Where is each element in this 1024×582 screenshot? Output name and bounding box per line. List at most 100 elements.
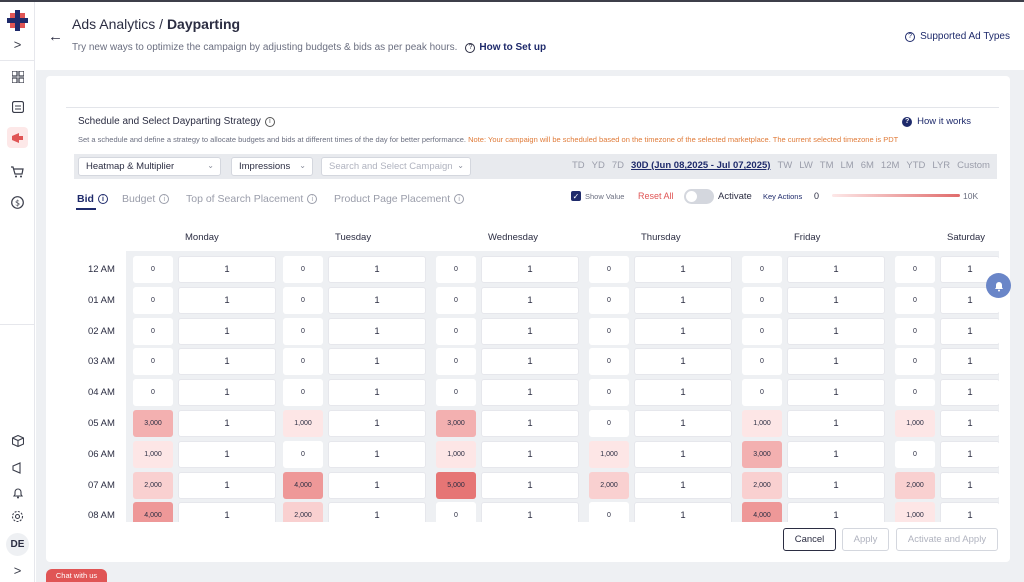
campaign-search-select[interactable]: Search and Select Campaign ⌄	[321, 157, 471, 176]
heatmap-value-cell[interactable]: 0	[436, 348, 476, 375]
date-range-option[interactable]: LW	[799, 160, 813, 171]
date-range-option[interactable]: YTD	[906, 160, 925, 171]
heatmap-value-cell[interactable]: 0	[436, 318, 476, 345]
activate-and-apply-button[interactable]: Activate and Apply	[896, 528, 998, 551]
date-range-option[interactable]: 12M	[881, 160, 899, 171]
apply-button[interactable]: Apply	[842, 528, 889, 551]
heatmap-value-cell[interactable]: 0	[283, 318, 323, 345]
heatmap-value-cell[interactable]: 0	[589, 256, 629, 283]
how-to-setup-link[interactable]: How to Set up	[479, 42, 546, 53]
heatmap-value-cell[interactable]: 3,000	[436, 410, 476, 437]
cart-icon[interactable]	[7, 161, 28, 182]
expand-nav-icon[interactable]: >	[7, 34, 28, 55]
heatmap-value-cell[interactable]: 0	[895, 379, 935, 406]
heatmap-value-cell[interactable]: 1,000	[133, 441, 173, 468]
multiplier-input[interactable]: 1	[634, 410, 732, 437]
heatmap-value-cell[interactable]: 2,000	[742, 472, 782, 499]
heatmap-value-cell[interactable]: 1,000	[895, 410, 935, 437]
multiplier-input[interactable]: 1	[787, 472, 885, 499]
heatmap-value-cell[interactable]: 0	[895, 318, 935, 345]
info-icon[interactable]: i	[264, 116, 275, 127]
heatmap-value-cell[interactable]: 0	[436, 502, 476, 522]
announcement-icon[interactable]	[7, 457, 28, 478]
multiplier-input[interactable]: 1	[940, 379, 999, 406]
multiplier-input[interactable]: 1	[328, 410, 426, 437]
multiplier-input[interactable]: 1	[787, 318, 885, 345]
multiplier-input[interactable]: 1	[328, 502, 426, 522]
logo-icon[interactable]	[7, 10, 28, 31]
multiplier-input[interactable]: 1	[634, 472, 732, 499]
metric-select[interactable]: Impressions ⌄	[231, 157, 313, 176]
heatmap-value-cell[interactable]: 4,000	[283, 472, 323, 499]
multiplier-input[interactable]: 1	[178, 256, 276, 283]
multiplier-input[interactable]: 1	[787, 410, 885, 437]
activate-toggle[interactable]	[684, 189, 714, 204]
show-value-checkbox[interactable]: ✓	[571, 191, 581, 201]
heatmap-value-cell[interactable]: 2,000	[589, 472, 629, 499]
heatmap-value-cell[interactable]: 0	[895, 287, 935, 314]
bell-icon[interactable]	[7, 482, 28, 503]
heatmap-value-cell[interactable]: 0	[742, 348, 782, 375]
date-range-option[interactable]: 30D (Jun 08,2025 - Jul 07,2025)	[631, 160, 770, 171]
multiplier-input[interactable]: 1	[178, 410, 276, 437]
chat-with-us-button[interactable]: Chat with us	[46, 569, 107, 582]
multiplier-input[interactable]: 1	[787, 348, 885, 375]
heatmap-value-cell[interactable]: 2,000	[895, 472, 935, 499]
multiplier-input[interactable]: 1	[940, 441, 999, 468]
heatmap-value-cell[interactable]: 0	[589, 379, 629, 406]
tab-bid[interactable]: Bid i	[77, 193, 108, 205]
heatmap-value-cell[interactable]: 3,000	[133, 410, 173, 437]
heatmap-value-cell[interactable]: 0	[895, 348, 935, 375]
multiplier-input[interactable]: 1	[787, 502, 885, 522]
heatmap-value-cell[interactable]: 0	[283, 441, 323, 468]
heatmap-value-cell[interactable]: 0	[589, 410, 629, 437]
heatmap-value-cell[interactable]: 0	[742, 256, 782, 283]
multiplier-input[interactable]: 1	[940, 410, 999, 437]
heatmap-value-cell[interactable]: 3,000	[742, 441, 782, 468]
multiplier-input[interactable]: 1	[940, 348, 999, 375]
date-range-option[interactable]: 7D	[612, 160, 624, 171]
date-range-option[interactable]: TW	[777, 160, 792, 171]
tab-top-of-search[interactable]: Top of Search Placement i	[186, 193, 318, 205]
heatmap-value-cell[interactable]: 0	[283, 256, 323, 283]
heatmap-value-cell[interactable]: 0	[283, 287, 323, 314]
heatmap-value-cell[interactable]: 0	[283, 379, 323, 406]
breadcrumb-parent[interactable]: Ads Analytics /	[72, 16, 167, 32]
ads-megaphone-icon[interactable]	[7, 127, 28, 148]
avatar[interactable]: DE	[6, 533, 29, 556]
multiplier-input[interactable]: 1	[481, 410, 579, 437]
multiplier-input[interactable]: 1	[328, 318, 426, 345]
multiplier-input[interactable]: 1	[940, 472, 999, 499]
multiplier-input[interactable]: 1	[634, 318, 732, 345]
heatmap-value-cell[interactable]: 2,000	[283, 502, 323, 522]
multiplier-input[interactable]: 1	[178, 318, 276, 345]
back-arrow-icon[interactable]: ←	[48, 28, 63, 45]
heatmap-value-cell[interactable]: 1,000	[895, 502, 935, 522]
reset-all-button[interactable]: Reset All	[638, 191, 674, 201]
heatmap-value-cell[interactable]: 0	[133, 379, 173, 406]
multiplier-input[interactable]: 1	[634, 441, 732, 468]
multiplier-input[interactable]: 1	[328, 441, 426, 468]
box-icon[interactable]	[7, 430, 28, 451]
heatmap-value-cell[interactable]: 0	[895, 256, 935, 283]
date-range-option[interactable]: Custom	[957, 160, 990, 171]
reports-icon[interactable]	[7, 96, 28, 117]
multiplier-input[interactable]: 1	[481, 287, 579, 314]
heatmap-value-cell[interactable]: 0	[589, 318, 629, 345]
settings-gear-icon[interactable]	[7, 506, 28, 527]
supported-ad-types-link[interactable]: ? Supported Ad Types	[905, 31, 1010, 42]
multiplier-input[interactable]: 1	[178, 287, 276, 314]
cancel-button[interactable]: Cancel	[783, 528, 836, 551]
heatmap-value-cell[interactable]: 0	[133, 287, 173, 314]
multiplier-input[interactable]: 1	[178, 348, 276, 375]
heatmap-value-cell[interactable]: 1,000	[742, 410, 782, 437]
multiplier-input[interactable]: 1	[328, 472, 426, 499]
multiplier-input[interactable]: 1	[940, 502, 999, 522]
key-actions-link[interactable]: Key Actions	[763, 192, 802, 201]
heatmap-value-cell[interactable]: 2,000	[133, 472, 173, 499]
multiplier-input[interactable]: 1	[481, 318, 579, 345]
multiplier-input[interactable]: 1	[481, 379, 579, 406]
multiplier-input[interactable]: 1	[481, 256, 579, 283]
notification-bell-icon[interactable]	[986, 273, 1011, 298]
multiplier-input[interactable]: 1	[328, 379, 426, 406]
